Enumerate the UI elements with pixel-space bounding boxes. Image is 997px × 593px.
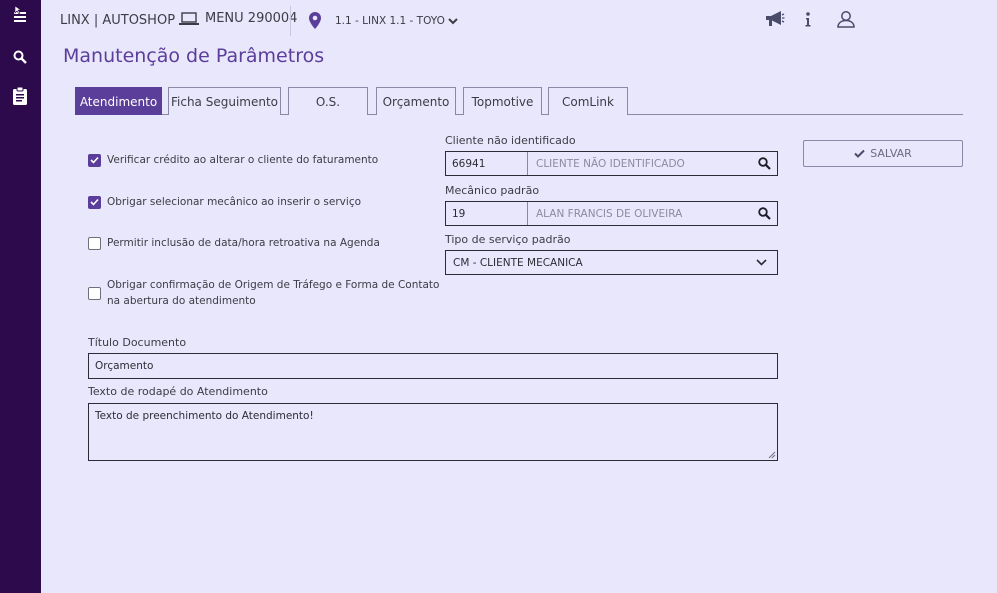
save-label: SALVAR (870, 147, 912, 160)
check-icon (90, 198, 99, 206)
tab-bar: Atendimento Ficha Seguimento O.S. Orçame… (75, 87, 963, 115)
mecanico-field: 19 ALAN FRANCIS DE OLIVEIRA (445, 201, 778, 226)
titulo-documento-label: Título Documento (88, 336, 187, 349)
tab-orcamento[interactable]: Orçamento (376, 87, 456, 115)
checkbox-unchecked[interactable] (88, 286, 101, 300)
search-icon[interactable] (751, 207, 777, 220)
option-label: Obrigar selecionar mecânico ao inserir o… (107, 196, 362, 208)
clipboard-icon[interactable] (8, 84, 32, 108)
menu-code[interactable]: MENU 290004 (179, 11, 297, 26)
checkbox-checked[interactable] (88, 153, 101, 167)
cliente-field: 66941 CLIENTE NÃO IDENTIFICADO (445, 151, 778, 176)
divider (290, 6, 291, 36)
chevron-down-icon (756, 259, 767, 266)
texto-rodape-textarea[interactable]: Texto de preenchimento do Atendimento! (88, 403, 778, 461)
mecanico-name: ALAN FRANCIS DE OLIVEIRA (536, 207, 683, 220)
checkbox-checked[interactable] (88, 195, 101, 209)
tab-topmotive[interactable]: Topmotive (463, 87, 542, 115)
resize-grip-icon[interactable] (768, 451, 776, 459)
tipo-servico-select[interactable]: CM - CLIENTE MECANICA (445, 250, 778, 275)
page-title: Manutenção de Parâmetros (63, 45, 325, 67)
map-pin-icon (309, 12, 321, 29)
titulo-documento-input[interactable]: Orçamento (88, 353, 778, 379)
info-icon[interactable] (804, 10, 812, 32)
tab-os[interactable]: O.S. (288, 87, 368, 115)
cliente-code-input[interactable]: 66941 (446, 152, 528, 175)
chevron-down-icon (448, 17, 458, 24)
check-icon (854, 149, 865, 158)
checkbox-unchecked[interactable] (88, 236, 101, 250)
option-label: Permitir inclusão de data/hora retroativ… (107, 237, 380, 249)
brand-label: LINX | AUTOSHOP (60, 13, 176, 28)
option-label-line1: Obrigar confirmação de Origem de Tráfego… (107, 279, 440, 291)
tipo-servico-value: CM - CLIENTE MECANICA (453, 256, 583, 269)
tab-comlink[interactable]: ComLink (548, 87, 628, 115)
laptop-icon (179, 11, 199, 25)
tab-ficha-seguimento[interactable]: Ficha Seguimento (168, 87, 281, 115)
menu-label: MENU 290004 (205, 11, 298, 26)
option-label: Verificar crédito ao alterar o cliente d… (107, 154, 379, 166)
tab-atendimento[interactable]: Atendimento (75, 87, 162, 115)
tipo-servico-label: Tipo de serviço padrão (445, 233, 571, 246)
cliente-name: CLIENTE NÃO IDENTIFICADO (536, 157, 685, 170)
cliente-label: Cliente não identificado (445, 134, 576, 147)
mecanico-code-input[interactable]: 19 (446, 202, 528, 225)
option-obrigar-mecanico[interactable]: Obrigar selecionar mecânico ao inserir o… (88, 194, 361, 210)
megaphone-icon[interactable] (765, 10, 785, 32)
option-origem-trafego[interactable]: Obrigar confirmação de Origem de Tráfego… (88, 277, 439, 309)
search-icon[interactable] (8, 45, 32, 69)
location-label: 1.1 - LINX 1.1 - TOYO (335, 14, 445, 27)
option-verificar-credito[interactable]: Verificar crédito ao alterar o cliente d… (88, 152, 378, 168)
top-bar: LINX | AUTOSHOP MENU 290004 1.1 - LINX 1… (41, 0, 997, 42)
option-label-line2: na abertura do atendimento (107, 295, 256, 307)
user-icon[interactable] (837, 10, 855, 32)
search-icon[interactable] (751, 157, 777, 170)
option-data-retroativa[interactable]: Permitir inclusão de data/hora retroativ… (88, 235, 380, 251)
list-menu-icon[interactable] (8, 3, 32, 27)
sidebar (0, 0, 41, 593)
option-label: Obrigar confirmação de Origem de Tráfego… (107, 277, 439, 309)
mecanico-label: Mecânico padrão (445, 184, 540, 197)
texto-rodape-value: Texto de preenchimento do Atendimento! (95, 410, 314, 422)
save-button[interactable]: SALVAR (803, 140, 963, 167)
check-icon (90, 156, 99, 164)
texto-rodape-label: Texto de rodapé do Atendimento (88, 385, 268, 398)
location-selector[interactable]: 1.1 - LINX 1.1 - TOYO (309, 12, 458, 29)
